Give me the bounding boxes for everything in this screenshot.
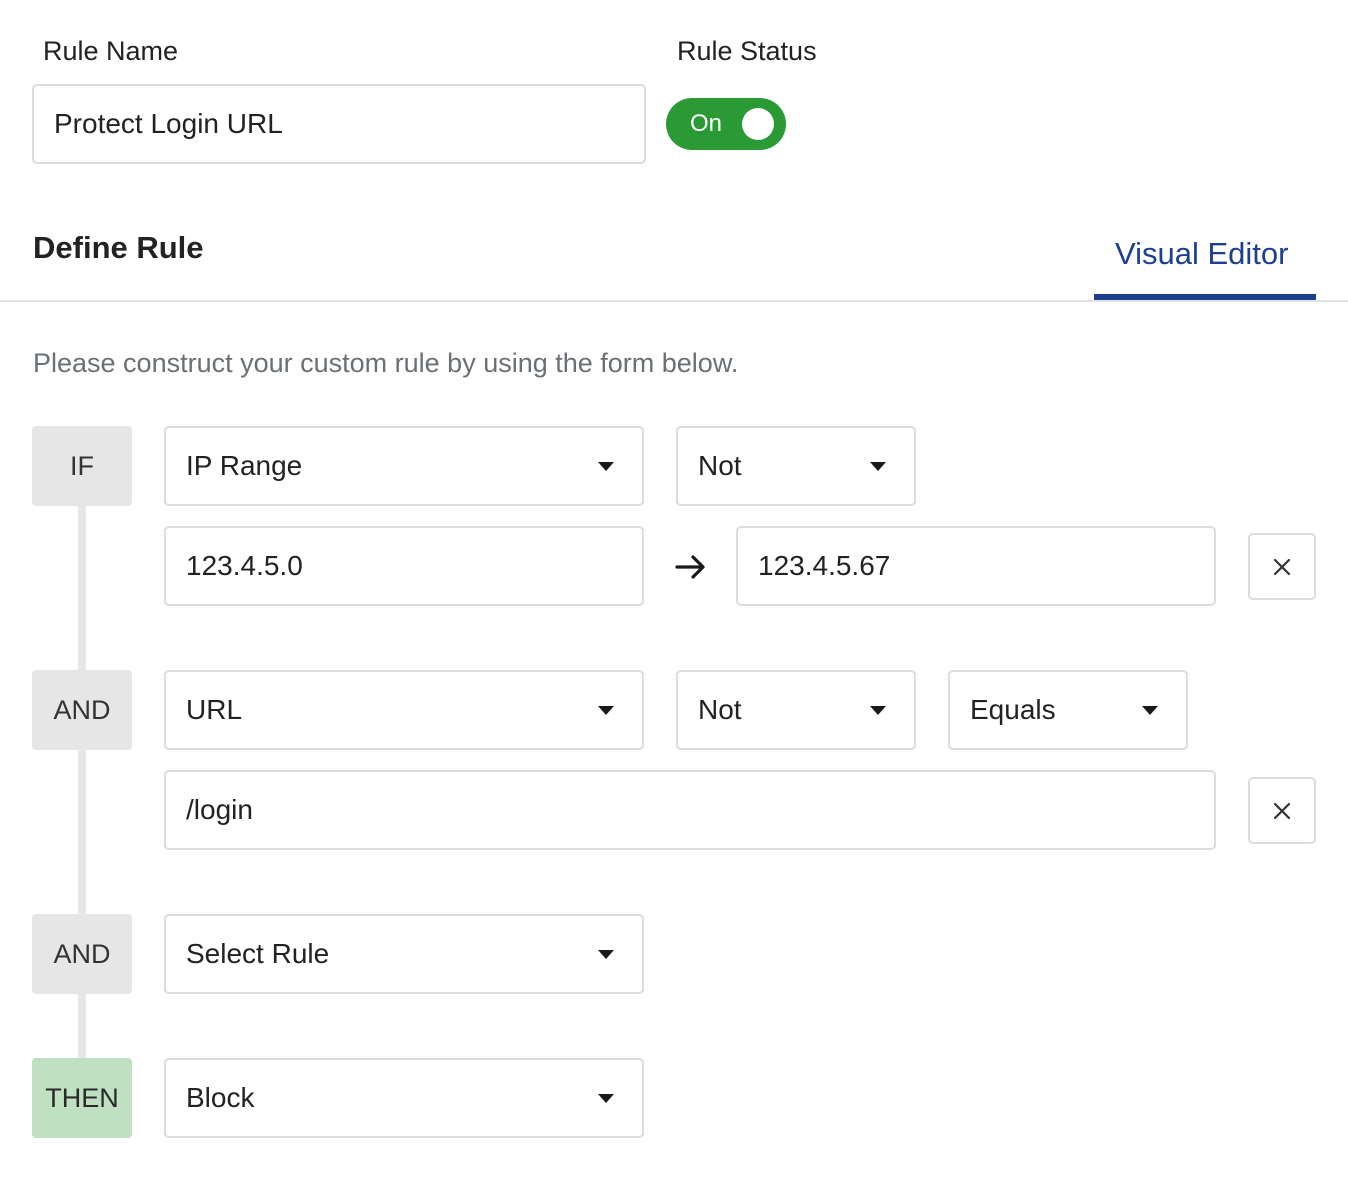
arrow-right-icon: [674, 552, 708, 582]
rule-name-label: Rule Name: [43, 36, 179, 66]
ip-range-end-input[interactable]: [758, 550, 1194, 582]
caret-down-icon: [1142, 705, 1158, 715]
close-icon: [1273, 558, 1291, 575]
rule-status-toggle[interactable]: On: [666, 98, 786, 150]
condition-1-field-select[interactable]: IP Range: [164, 426, 644, 506]
condition-3-field-select[interactable]: Select Rule: [164, 914, 644, 994]
select-value: IP Range: [186, 450, 303, 481]
remove-condition-2-button[interactable]: [1248, 777, 1316, 844]
rule-status-label: Rule Status: [677, 36, 817, 66]
operator-tag-and: AND: [32, 914, 132, 994]
select-value: Select Rule: [186, 938, 330, 969]
tab-divider: [0, 300, 1348, 302]
action-select[interactable]: Block: [164, 1058, 644, 1138]
ip-range-end-field[interactable]: [736, 526, 1216, 606]
rule-name-field[interactable]: [32, 84, 646, 164]
caret-down-icon: [870, 705, 886, 715]
ip-range-start-input[interactable]: [186, 550, 622, 582]
caret-down-icon: [598, 705, 614, 715]
toggle-text: On: [690, 110, 723, 137]
operator-tag-then: THEN: [32, 1058, 132, 1138]
select-value: Block: [186, 1082, 255, 1113]
toggle-knob: [742, 108, 774, 140]
caret-down-icon: [598, 1093, 614, 1103]
rule-name-input[interactable]: [54, 108, 624, 140]
remove-condition-1-button[interactable]: [1248, 533, 1316, 600]
select-value: Equals: [970, 694, 1056, 725]
tab-visual-editor[interactable]: Visual Editor: [1115, 236, 1288, 272]
select-value: URL: [186, 694, 243, 725]
caret-down-icon: [598, 461, 614, 471]
caret-down-icon: [598, 949, 614, 959]
define-rule-title: Define Rule: [33, 230, 204, 265]
operator-tag-if: IF: [32, 426, 132, 506]
operator-tag-and: AND: [32, 670, 132, 750]
url-value-field[interactable]: [164, 770, 1216, 850]
select-value: Not: [698, 450, 742, 481]
condition-1-modifier-select[interactable]: Not: [676, 426, 916, 506]
condition-2-modifier-select[interactable]: Not: [676, 670, 916, 750]
ip-range-start-field[interactable]: [164, 526, 644, 606]
instructions-text: Please construct your custom rule by usi…: [33, 348, 739, 378]
condition-2-comparison-select[interactable]: Equals: [948, 670, 1188, 750]
condition-2-field-select[interactable]: URL: [164, 670, 644, 750]
url-value-input[interactable]: [186, 794, 1194, 826]
caret-down-icon: [870, 461, 886, 471]
select-value: Not: [698, 694, 742, 725]
close-icon: [1273, 802, 1291, 819]
